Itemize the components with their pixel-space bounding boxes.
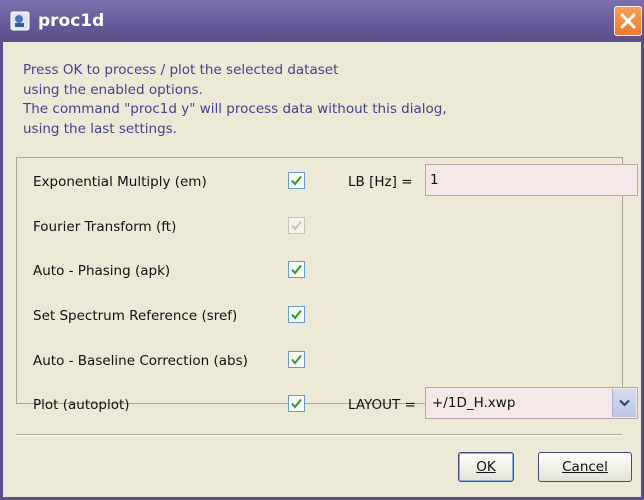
check-icon bbox=[291, 398, 302, 409]
option-label-autoplot: Plot (autoplot) bbox=[33, 397, 130, 413]
intro-text: Press OK to process / plot the selected … bbox=[23, 61, 623, 139]
checkbox-ft bbox=[288, 217, 305, 234]
option-label-apk: Auto - Phasing (apk) bbox=[33, 263, 171, 279]
ok-button-label: OK bbox=[476, 459, 496, 475]
title-bar[interactable]: proc1d bbox=[0, 0, 644, 42]
lb-label: LB [Hz] = bbox=[348, 174, 413, 190]
dropdown-button[interactable] bbox=[612, 389, 636, 417]
separator bbox=[16, 434, 622, 436]
option-label-em: Exponential Multiply (em) bbox=[33, 174, 207, 190]
checkbox-abs[interactable] bbox=[288, 351, 305, 368]
intro-line: using the enabled options. bbox=[23, 81, 203, 98]
check-icon bbox=[291, 264, 302, 275]
layout-select-value: +/1D_H.xwp bbox=[432, 395, 516, 411]
close-button[interactable] bbox=[614, 6, 642, 36]
option-label-sref: Set Spectrum Reference (sref) bbox=[33, 308, 238, 324]
lb-input[interactable]: 1 bbox=[425, 164, 638, 196]
option-label-ft: Fourier Transform (ft) bbox=[33, 219, 177, 235]
intro-line: Press OK to process / plot the selected … bbox=[23, 62, 339, 78]
checkbox-em[interactable] bbox=[288, 172, 305, 189]
check-icon bbox=[291, 354, 302, 365]
ok-button[interactable]: OK bbox=[458, 452, 514, 482]
check-icon bbox=[291, 175, 302, 186]
checkbox-apk[interactable] bbox=[288, 261, 305, 278]
chevron-down-icon bbox=[619, 399, 630, 407]
checkbox-autoplot[interactable] bbox=[288, 395, 305, 412]
intro-line: The command "proc1d y" will process data… bbox=[23, 101, 447, 117]
cancel-button[interactable]: Cancel bbox=[538, 452, 632, 482]
check-icon bbox=[291, 309, 302, 320]
window-title: proc1d bbox=[38, 11, 105, 31]
layout-select[interactable]: +/1D_H.xwp bbox=[425, 387, 638, 419]
layout-label: LAYOUT = bbox=[348, 397, 416, 413]
check-icon bbox=[291, 220, 302, 231]
cancel-button-label: Cancel bbox=[562, 459, 608, 475]
close-icon bbox=[620, 13, 636, 29]
intro-line: using the last settings. bbox=[23, 120, 177, 137]
option-label-abs: Auto - Baseline Correction (abs) bbox=[33, 353, 248, 369]
checkbox-sref[interactable] bbox=[288, 306, 305, 323]
app-icon bbox=[10, 11, 30, 31]
